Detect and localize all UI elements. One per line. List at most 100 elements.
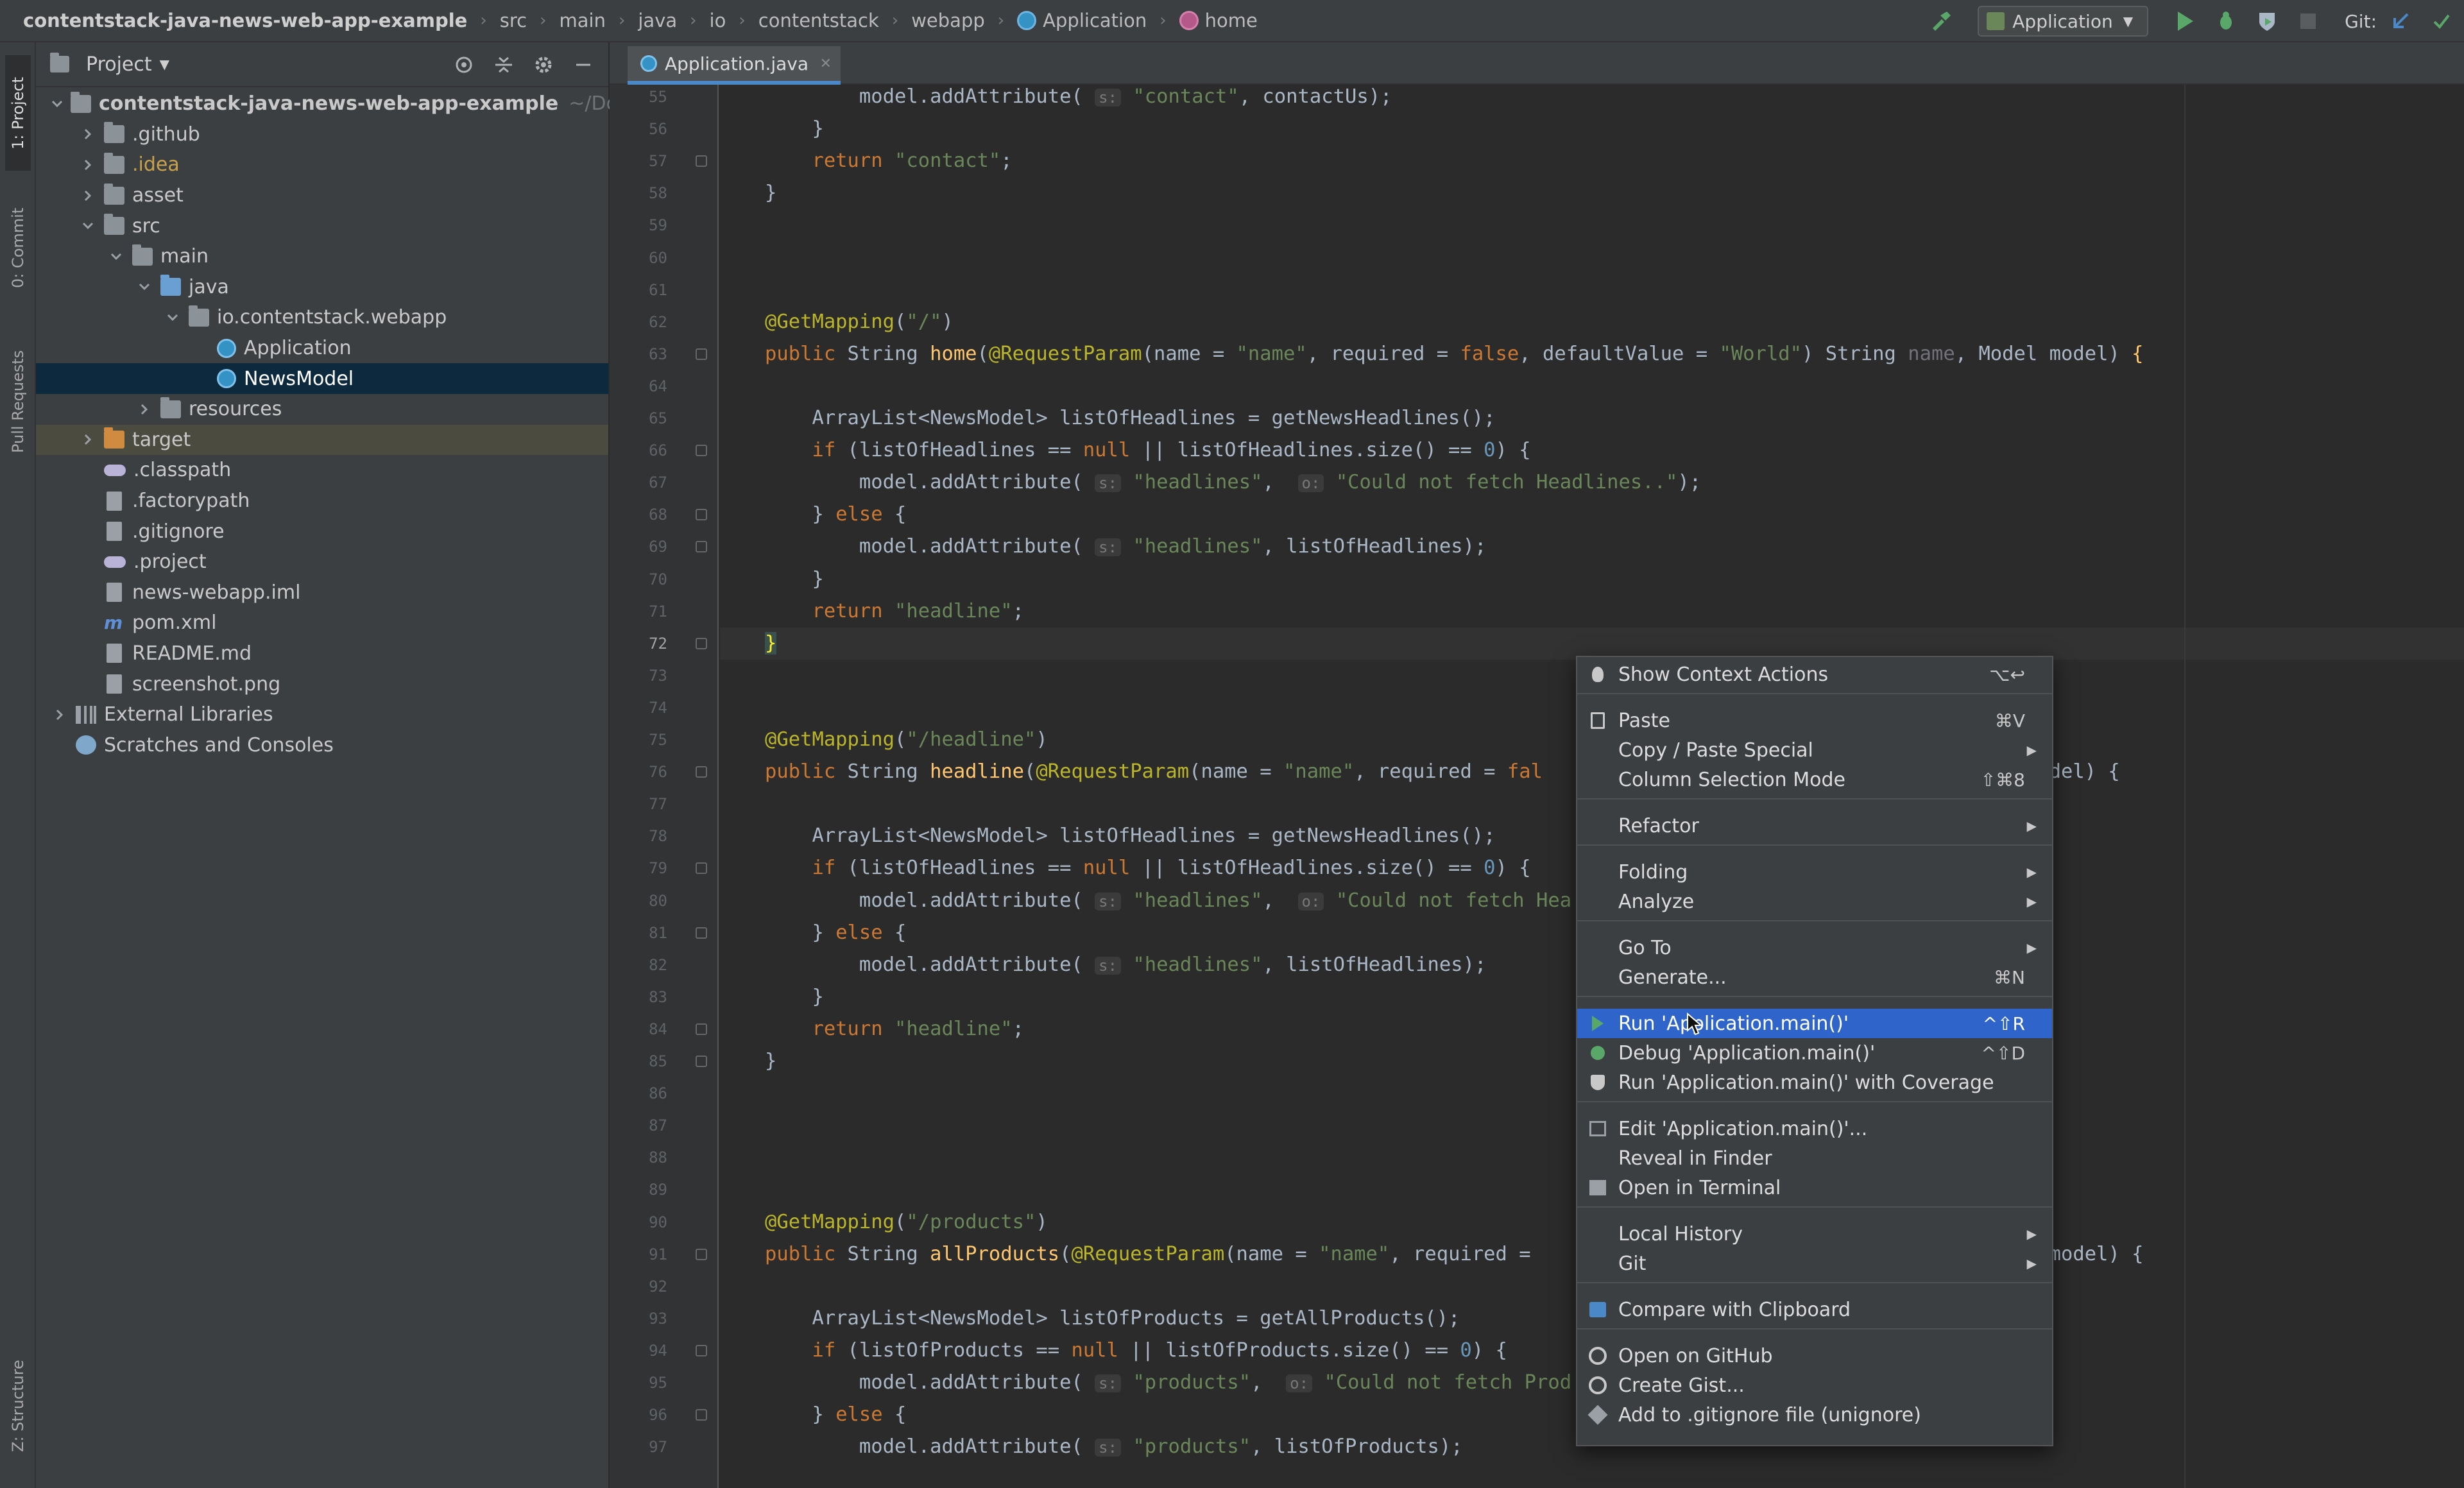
menu-item-local-history[interactable]: Local History ▶ <box>1577 1219 2052 1249</box>
tree-item-project[interactable]: .project <box>36 547 608 577</box>
chevron-right-icon[interactable] <box>50 705 69 724</box>
tree-item-src[interactable]: src <box>36 210 608 241</box>
fold-marker-icon[interactable] <box>696 155 707 167</box>
code-line[interactable]: model.addAttribute( s: "headlines", list… <box>765 531 2464 563</box>
code-line[interactable]: } else { <box>765 499 2464 531</box>
menu-item-add-to-gitignore-file-unignore[interactable]: Add to .gitignore file (unignore) <box>1577 1400 2052 1430</box>
menu-item-open-in-terminal[interactable]: Open in Terminal <box>1577 1173 2052 1202</box>
code-line[interactable] <box>765 274 2464 306</box>
code-line[interactable]: } <box>765 113 2464 145</box>
fold-marker-icon[interactable] <box>696 766 707 778</box>
chevron-right-icon[interactable] <box>78 186 98 205</box>
tree-item-newsmodel[interactable]: NewsModel <box>36 363 608 394</box>
menu-item-show-context-actions[interactable]: Show Context Actions ⌥↩ <box>1577 660 2052 689</box>
fold-marker-icon[interactable] <box>696 1248 707 1260</box>
menu-item-refactor[interactable]: Refactor ▶ <box>1577 811 2052 841</box>
breadcrumb-item-application[interactable]: Application <box>1017 0 1147 41</box>
hide-panel-icon[interactable] <box>567 49 599 81</box>
tree-item-classpath[interactable]: .classpath <box>36 455 608 486</box>
fold-marker-icon[interactable] <box>696 348 707 360</box>
tool-tab-structure[interactable]: Z: Structure <box>5 1345 31 1467</box>
code-line[interactable]: @GetMapping("/") <box>765 306 2464 338</box>
fold-marker-icon[interactable] <box>696 1056 707 1067</box>
tree-item-java[interactable]: java <box>36 272 608 303</box>
menu-item-create-gist[interactable]: Create Gist... <box>1577 1371 2052 1400</box>
gear-icon[interactable] <box>527 49 560 81</box>
breadcrumb-item-contentstack[interactable]: contentstack <box>758 0 879 41</box>
tab-application-java[interactable]: Application.java ✕ <box>628 46 841 85</box>
menu-item-debug-application-main[interactable]: Debug 'Application.main()' ^⇧D <box>1577 1038 2052 1068</box>
menu-item-compare-with-clipboard[interactable]: Compare with Clipboard <box>1577 1295 2052 1324</box>
code-line[interactable]: return "contact"; <box>765 145 2464 177</box>
fold-marker-icon[interactable] <box>696 1344 707 1356</box>
menu-item-folding[interactable]: Folding ▶ <box>1577 857 2052 887</box>
fold-marker-icon[interactable] <box>696 927 707 939</box>
chevron-down-icon[interactable] <box>163 308 182 327</box>
git-update-arrow-icon[interactable] <box>2383 4 2418 38</box>
chevron-down-icon[interactable] <box>78 216 98 235</box>
breadcrumb-item-contentstack-java-news-web-app-example[interactable]: contentstack-java-news-web-app-example <box>23 0 467 41</box>
fold-marker-icon[interactable] <box>696 637 707 649</box>
chevron-down-icon[interactable] <box>135 277 154 296</box>
tree-item-pom-xml[interactable]: m pom.xml <box>36 608 608 638</box>
code-line[interactable]: } <box>765 177 2464 209</box>
tree-item-idea[interactable]: .idea <box>36 150 608 180</box>
code-line[interactable] <box>765 370 2464 402</box>
code-line[interactable]: return "headline"; <box>765 595 2464 628</box>
tool-tab-commit[interactable]: 0: Commit <box>5 190 31 305</box>
tree-item-application[interactable]: Application <box>36 333 608 364</box>
breadcrumb-item-io[interactable]: io <box>710 0 726 41</box>
tool-tab-project[interactable]: 1: Project <box>5 55 31 171</box>
tree-item-asset[interactable]: asset <box>36 180 608 211</box>
breadcrumb-item-main[interactable]: main <box>560 0 606 41</box>
git-commit-check-icon[interactable] <box>2424 4 2459 38</box>
tree-item-target[interactable]: target <box>36 424 608 456</box>
menu-item-reveal-in-finder[interactable]: Reveal in Finder <box>1577 1143 2052 1173</box>
chevron-right-icon[interactable] <box>78 124 98 144</box>
fold-marker-icon[interactable] <box>696 445 707 457</box>
stop-icon[interactable] <box>2291 4 2325 38</box>
code-line[interactable]: if (listOfHeadlines == null || listOfHea… <box>765 434 2464 466</box>
tree-item-resources[interactable]: resources <box>36 394 608 425</box>
fold-marker-icon[interactable] <box>696 1023 707 1035</box>
chevron-right-icon[interactable] <box>135 400 154 419</box>
tree-item-screenshot-png[interactable]: screenshot.png <box>36 669 608 699</box>
code-line[interactable] <box>765 209 2464 241</box>
build-hammer-icon[interactable] <box>1924 4 1958 38</box>
chevron-down-icon[interactable] <box>50 94 64 114</box>
chevron-right-icon[interactable] <box>78 155 98 175</box>
code-line[interactable]: } <box>765 563 2464 595</box>
run-play-icon[interactable] <box>2168 4 2202 38</box>
menu-item-paste[interactable]: Paste ⌘V <box>1577 706 2052 735</box>
tree-item-io-contentstack-webapp[interactable]: io.contentstack.webapp <box>36 302 608 333</box>
project-view-select[interactable]: Project <box>86 53 152 76</box>
code-line[interactable] <box>765 242 2464 274</box>
tree-item-gitignore[interactable]: .gitignore <box>36 516 608 547</box>
fold-marker-icon[interactable] <box>696 862 707 875</box>
debug-bug-icon[interactable] <box>2209 4 2243 38</box>
code-line[interactable]: ArrayList<NewsModel> listOfHeadlines = g… <box>765 402 2464 434</box>
breadcrumb-item-home[interactable]: home <box>1179 0 1258 41</box>
chevron-down-icon[interactable]: ▼ <box>160 56 169 72</box>
code-line[interactable]: model.addAttribute( s: "headlines", o: "… <box>765 466 2464 499</box>
menu-item-copy-paste-special[interactable]: Copy / Paste Special ▶ <box>1577 735 2052 765</box>
code-line[interactable]: public String home(@RequestParam(name = … <box>765 338 2464 370</box>
menu-item-edit-application-main[interactable]: Edit 'Application.main()'... <box>1577 1114 2052 1143</box>
chevron-down-icon[interactable] <box>107 247 126 266</box>
run-with-coverage-icon[interactable] <box>2250 4 2284 38</box>
menu-item-run-application-main-with-coverage[interactable]: Run 'Application.main()' with Coverage <box>1577 1068 2052 1097</box>
tree-item-news-webapp-iml[interactable]: news-webapp.iml <box>36 577 608 608</box>
collapse-all-icon[interactable] <box>488 49 520 81</box>
run-configuration-select[interactable]: Application ▼ <box>1978 6 2149 37</box>
tree-item-scratches-and-consoles[interactable]: Scratches and Consoles <box>36 730 608 760</box>
tree-item-factorypath[interactable]: .factorypath <box>36 486 608 517</box>
code-line[interactable]: } <box>765 628 2464 660</box>
tree-item-github[interactable]: .github <box>36 119 608 150</box>
code-line[interactable]: model.addAttribute( s: "contact", contac… <box>765 85 2464 113</box>
menu-item-run-application-main[interactable]: Run 'Application.main()' ^⇧R <box>1577 1009 2052 1038</box>
close-icon[interactable]: ✕ <box>820 56 832 72</box>
tree-item-readme-md[interactable]: README.md <box>36 638 608 669</box>
menu-item-analyze[interactable]: Analyze ▶ <box>1577 887 2052 916</box>
locate-target-icon[interactable] <box>448 49 480 81</box>
fold-marker-icon[interactable] <box>696 1409 707 1421</box>
